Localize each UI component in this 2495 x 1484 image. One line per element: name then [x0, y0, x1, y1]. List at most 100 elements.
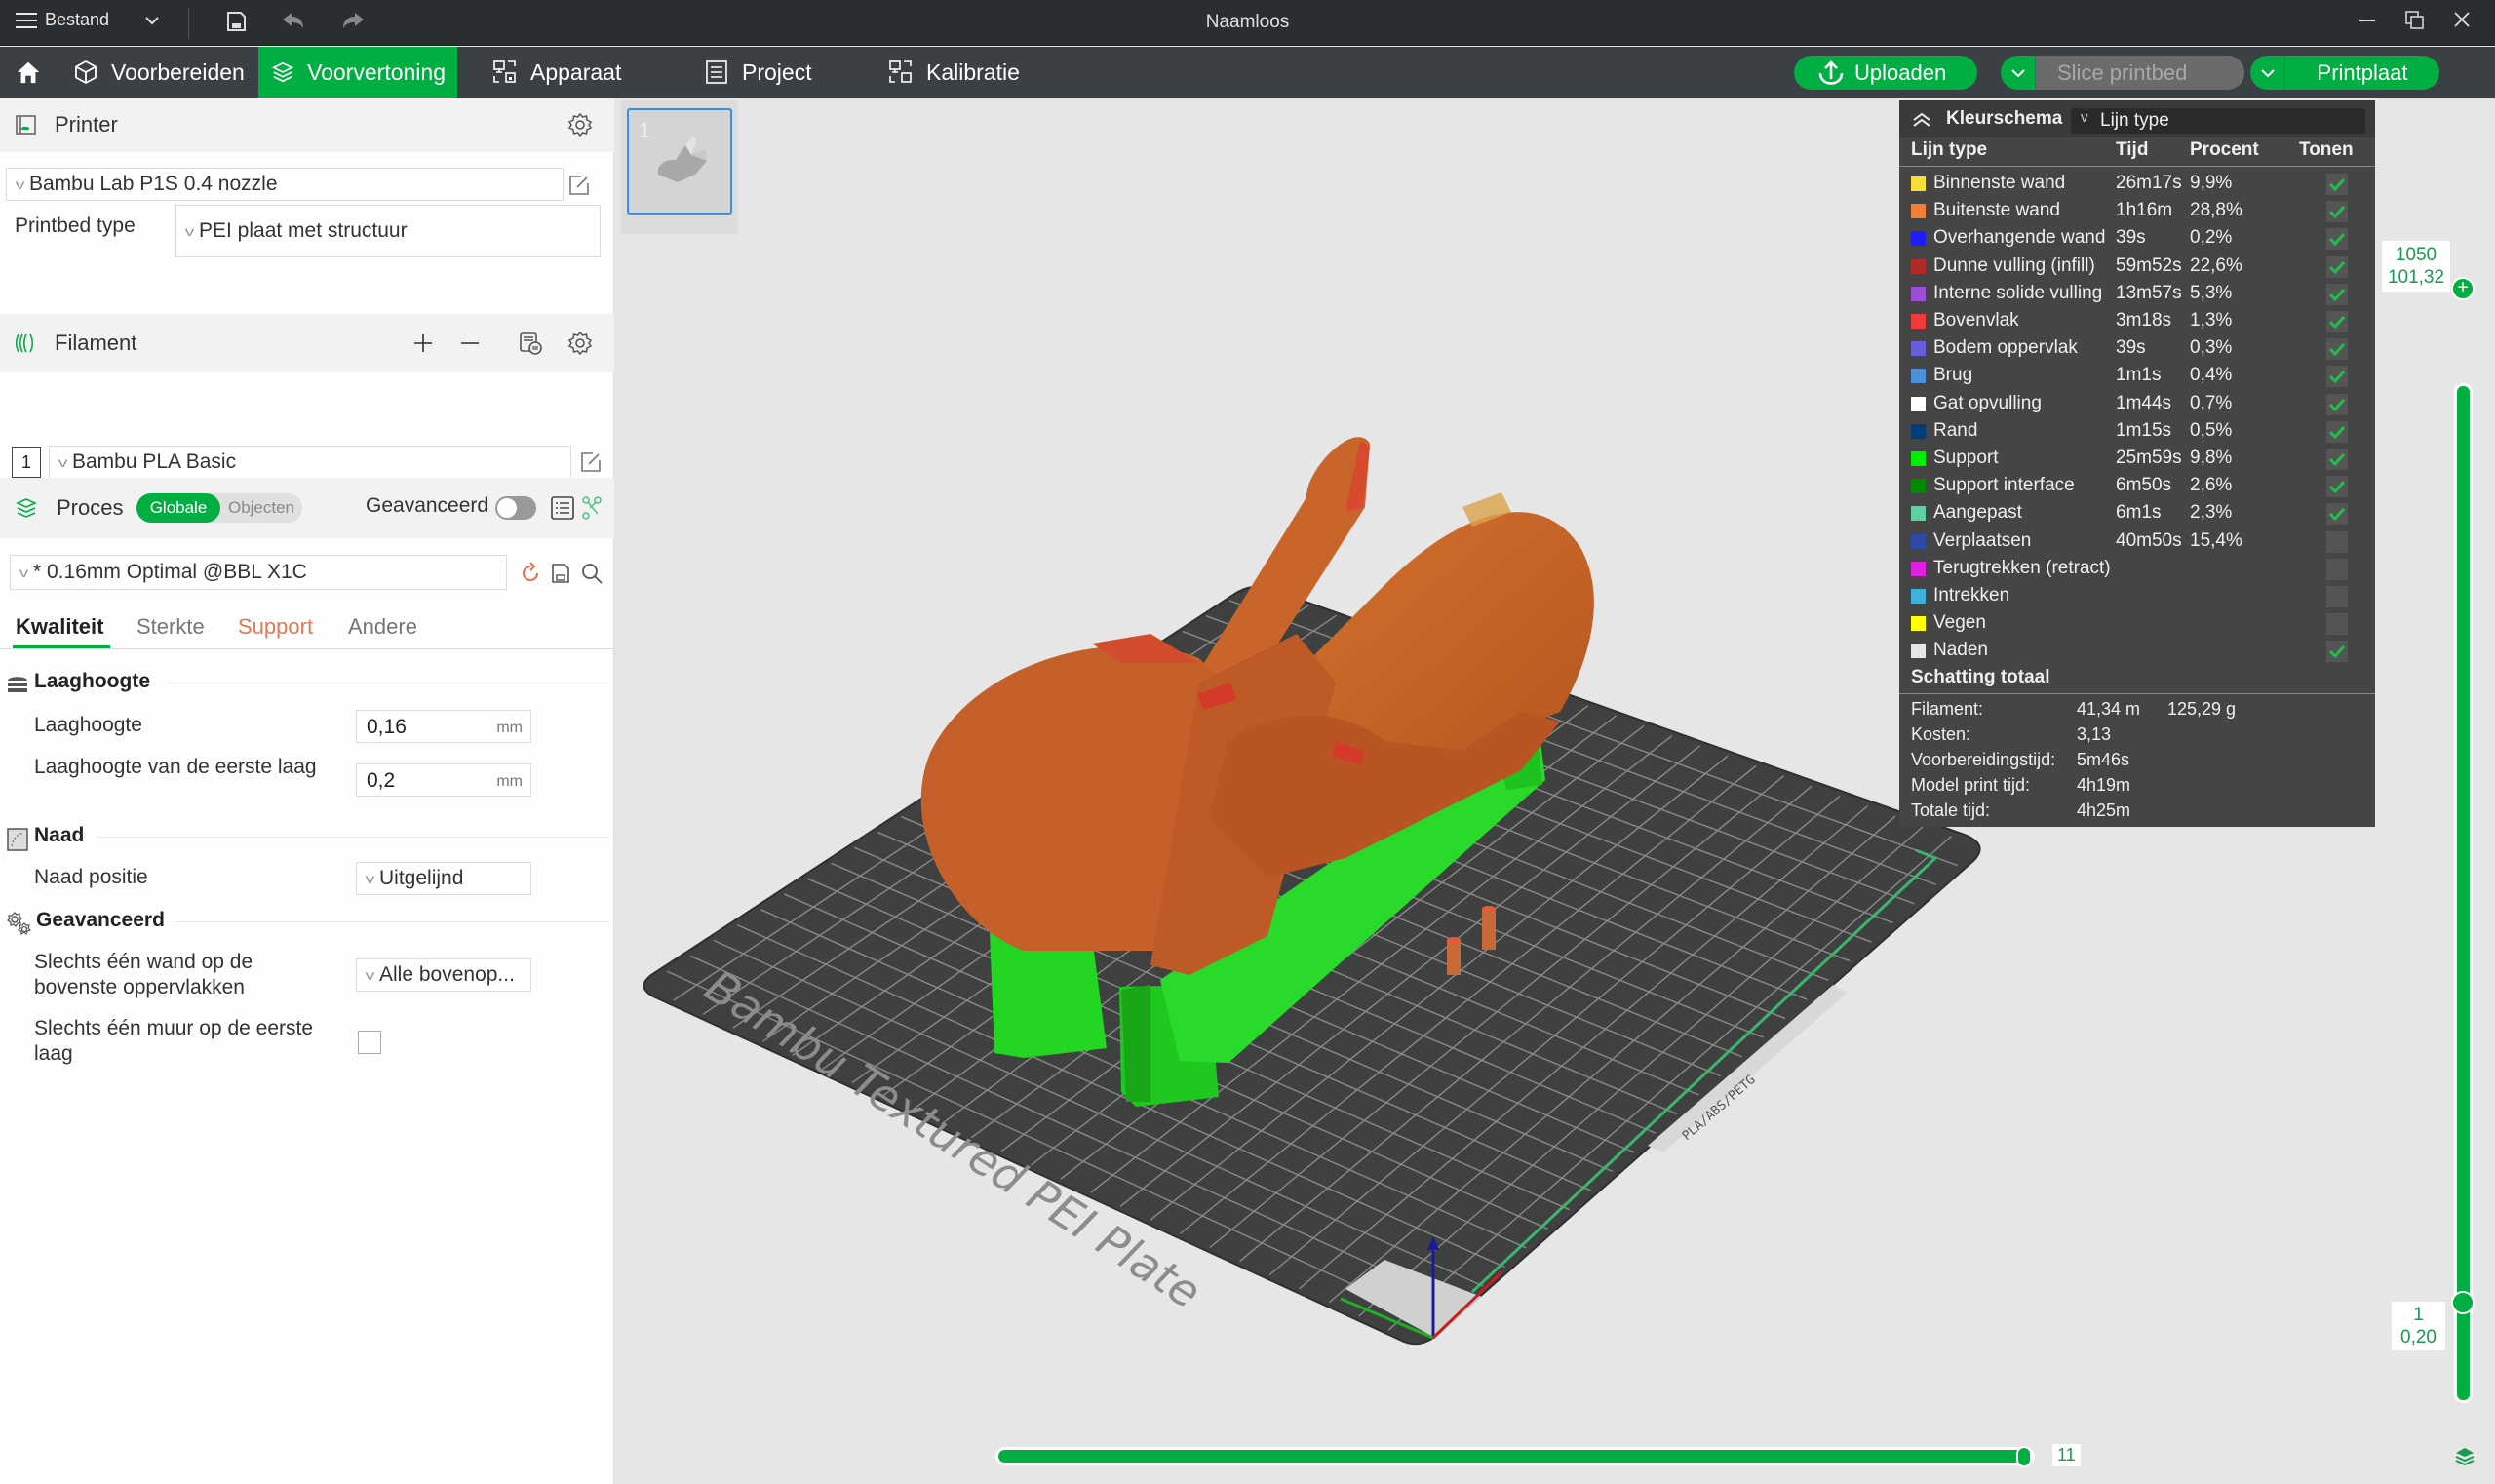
- show-checkbox[interactable]: [2326, 338, 2348, 361]
- color-swatch: [1911, 258, 1926, 274]
- edit-icon[interactable]: [567, 174, 591, 197]
- upload-button[interactable]: Uploaden: [1794, 56, 1977, 90]
- color-scheme-select[interactable]: v Lijn type: [2071, 108, 2365, 134]
- file-menu-button[interactable]: Bestand: [16, 10, 109, 30]
- show-checkbox[interactable]: [2326, 228, 2348, 251]
- save-preset-icon[interactable]: [549, 562, 572, 585]
- filament-preset-select[interactable]: v Bambu PLA Basic: [49, 446, 571, 479]
- layers-icon: [271, 61, 294, 83]
- restore-icon[interactable]: [2400, 8, 2430, 37]
- move-slider-handle[interactable]: [2016, 1446, 2032, 1467]
- scope-global[interactable]: Globale: [136, 493, 220, 523]
- slice-dropdown-button[interactable]: [2001, 56, 2036, 90]
- first-layer-height-label: Laaghoogte van de eerste laag: [34, 756, 317, 778]
- estimate-value: 5m46s: [2077, 750, 2130, 769]
- show-checkbox[interactable]: [2326, 503, 2348, 526]
- reset-icon[interactable]: [519, 562, 542, 585]
- show-checkbox[interactable]: [2326, 201, 2348, 223]
- show-checkbox[interactable]: [2326, 586, 2348, 607]
- tab-kwaliteit[interactable]: Kwaliteit: [16, 614, 103, 640]
- tab-sterkte[interactable]: Sterkte: [136, 614, 205, 640]
- gear-icon[interactable]: [567, 112, 593, 137]
- show-checkbox[interactable]: [2326, 366, 2348, 388]
- line-type-time: 6m1s: [2116, 502, 2162, 524]
- home-button[interactable]: [4, 47, 53, 98]
- chevron-down-icon: v: [365, 967, 375, 983]
- collapse-icon[interactable]: [1911, 110, 1932, 128]
- tab-apparaat[interactable]: Apparaat: [480, 47, 633, 98]
- divider: [1899, 693, 2375, 694]
- color-swatch: [1911, 204, 1926, 219]
- tab-project[interactable]: Project: [691, 47, 824, 98]
- undo-icon[interactable]: [280, 10, 307, 37]
- main-nav: Voorbereiden Voorvertoning Apparaat Proj…: [0, 47, 2495, 98]
- add-filament-icon[interactable]: [411, 332, 435, 355]
- save-icon[interactable]: [222, 10, 250, 37]
- layer-slider-top-handle[interactable]: +: [2451, 277, 2475, 300]
- gear-icon[interactable]: [567, 331, 593, 356]
- move-slider-track[interactable]: [998, 1450, 2032, 1463]
- bed-type-select[interactable]: v PEI plaat met structuur: [175, 205, 601, 257]
- edit-icon[interactable]: [579, 450, 603, 474]
- show-checkbox[interactable]: [2326, 255, 2348, 278]
- tab-kalibratie[interactable]: Kalibratie: [876, 47, 1032, 98]
- show-checkbox[interactable]: [2326, 558, 2348, 580]
- legend-row: Support 25m59s 9,8%: [1899, 446, 2375, 473]
- close-icon[interactable]: [2447, 8, 2476, 37]
- first-layer-height-input[interactable]: 0,2 mm: [356, 763, 531, 797]
- printer-preset-select[interactable]: v Bambu Lab P1S 0.4 nozzle: [6, 168, 564, 201]
- show-checkbox[interactable]: [2326, 449, 2348, 470]
- tab-voorvertoning[interactable]: Voorvertoning: [258, 47, 457, 98]
- print-plate-button[interactable]: Printplaat: [2250, 56, 2439, 90]
- process-preset-value: * 0.16mm Optimal @BBL X1C: [33, 561, 307, 583]
- legend-row: Intrekken: [1899, 583, 2375, 610]
- show-checkbox[interactable]: [2326, 641, 2348, 663]
- minimize-icon[interactable]: [2353, 8, 2382, 37]
- color-swatch: [1911, 423, 1926, 439]
- legend-row: Naden: [1899, 638, 2375, 665]
- one-wall-top-select[interactable]: v Alle bovenop...: [356, 958, 531, 992]
- chevron-down-icon[interactable]: [138, 10, 166, 37]
- list-view-icon[interactable]: [550, 495, 575, 521]
- bed-type-value: PEI plaat met structuur: [199, 219, 408, 242]
- 3d-preview-viewport[interactable]: 1 PLA/ABS/PETG Bambu Textured PEI Plate: [615, 98, 2495, 1484]
- layer-slider-bottom-handle[interactable]: [2451, 1291, 2475, 1314]
- show-checkbox[interactable]: [2326, 174, 2348, 195]
- show-checkbox[interactable]: [2326, 613, 2348, 636]
- show-checkbox[interactable]: [2326, 393, 2348, 415]
- line-type-name: Naden: [1933, 640, 1988, 661]
- slice-plate-button[interactable]: Slice printbed: [2001, 56, 2244, 90]
- show-checkbox[interactable]: [2326, 420, 2348, 443]
- advanced-toggle[interactable]: [495, 496, 536, 520]
- redo-icon[interactable]: [339, 10, 367, 37]
- show-checkbox[interactable]: [2326, 311, 2348, 332]
- tab-voorbereiden[interactable]: Voorbereiden: [60, 47, 256, 98]
- scope-toggle[interactable]: Globale Objecten: [136, 493, 302, 523]
- layers-icon[interactable]: [2453, 1445, 2476, 1468]
- show-checkbox[interactable]: [2326, 530, 2348, 553]
- line-type-percent: 9,8%: [2190, 448, 2233, 468]
- one-wall-first-checkbox[interactable]: [358, 1031, 381, 1054]
- sync-ams-icon[interactable]: [517, 330, 544, 357]
- color-swatch: [1911, 369, 1926, 384]
- line-type-time: 59m52s: [2116, 254, 2182, 276]
- filament-slot-number[interactable]: 1: [12, 447, 41, 478]
- search-icon[interactable]: [580, 562, 604, 585]
- layer-slider-track[interactable]: [2457, 386, 2470, 1400]
- seam-position-select[interactable]: v Uitgelijnd: [356, 862, 531, 895]
- color-swatch: [1911, 314, 1926, 329]
- process-preset-select[interactable]: v * 0.16mm Optimal @BBL X1C: [10, 555, 507, 590]
- remove-filament-icon[interactable]: [458, 332, 482, 355]
- layer-height-input[interactable]: 0,16 mm: [356, 710, 531, 743]
- scope-objects[interactable]: Objecten: [222, 493, 300, 523]
- print-dropdown-button[interactable]: [2250, 56, 2285, 90]
- legend-row: Vegen: [1899, 610, 2375, 638]
- line-type-name: Terugtrekken (retract): [1933, 557, 2111, 578]
- compare-icon[interactable]: [581, 495, 603, 521]
- tab-andere[interactable]: Andere: [348, 614, 417, 640]
- show-checkbox[interactable]: [2326, 283, 2348, 305]
- show-checkbox[interactable]: [2326, 476, 2348, 498]
- tab-support[interactable]: Support: [238, 614, 313, 640]
- chevron-down-icon: v: [365, 871, 375, 886]
- legend-row: Buitenste wand 1h16m 28,8%: [1899, 198, 2375, 225]
